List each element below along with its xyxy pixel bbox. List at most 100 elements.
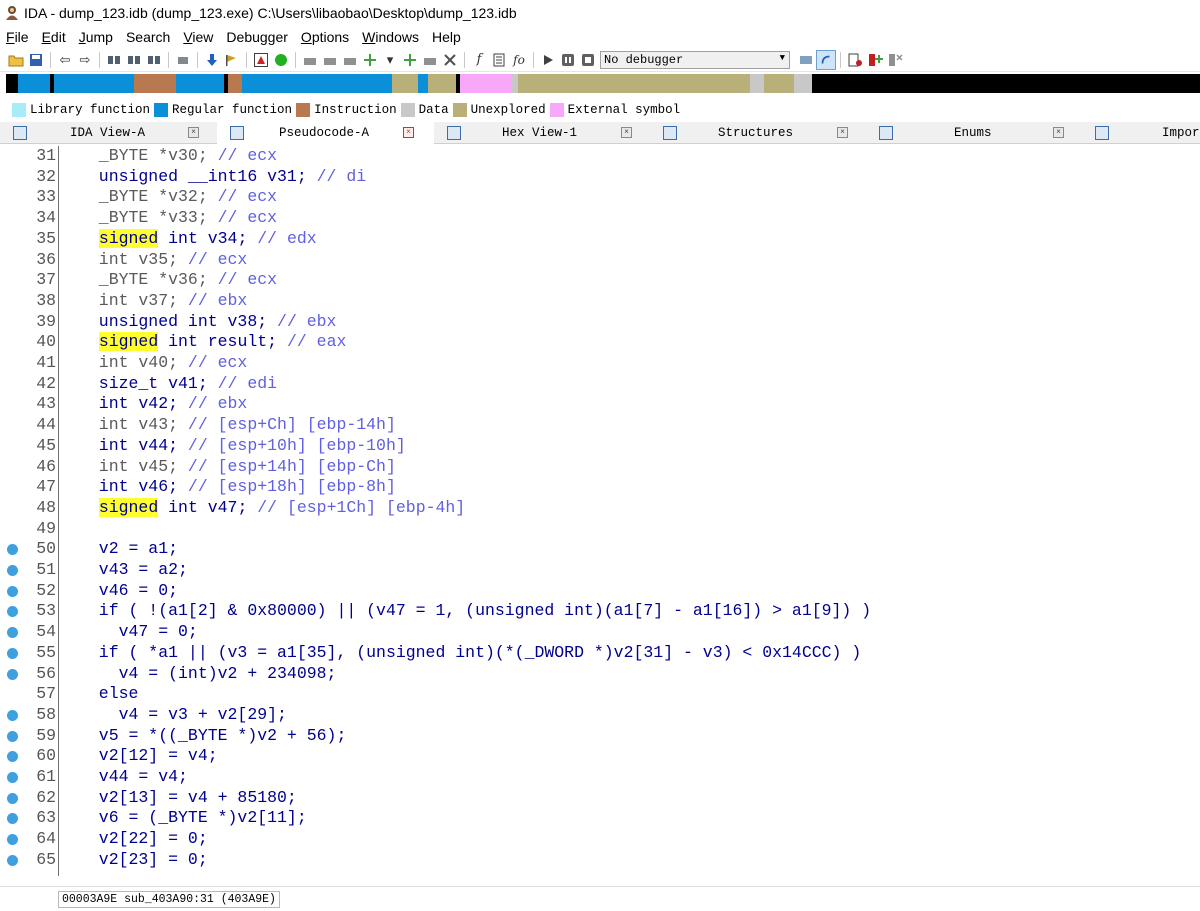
code-line[interactable]: 52 v46 = 0; (0, 581, 1200, 602)
down-arrow-icon[interactable] (202, 50, 222, 70)
flag-icon[interactable] (222, 50, 242, 70)
breakpoint-dot-icon[interactable] (7, 813, 18, 825)
search-next-icon[interactable] (124, 50, 144, 70)
code-line[interactable]: 45 int v44; // [esp+10h] [ebp-10h] (0, 436, 1200, 457)
menu-view[interactable]: View (183, 29, 213, 45)
tab-pseudocode-a[interactable]: Pseudocode-A × (217, 122, 434, 144)
code-line[interactable]: 41 int v40; // ecx (0, 353, 1200, 374)
save-icon[interactable] (26, 50, 46, 70)
attach-icon[interactable] (816, 49, 836, 70)
breakpoint-list-icon[interactable] (845, 50, 865, 70)
tab-ida-view-a[interactable]: IDA View-A × (0, 122, 217, 144)
tab-enums[interactable]: Enums × (867, 122, 1084, 144)
tab-hex-view-1[interactable]: Hex View-1 × (434, 122, 651, 144)
code-line[interactable]: 48 signed int v47; // [esp+1Ch] [ebp-4h] (0, 497, 1200, 519)
code-line[interactable]: 62 v2[13] = v4 + 85180; (0, 788, 1200, 809)
code-line[interactable]: 47 int v46; // [esp+18h] [ebp-8h] (0, 477, 1200, 498)
breakpoint-dot-icon[interactable] (7, 627, 18, 639)
breakpoint-dot-icon[interactable] (7, 647, 18, 659)
code-line[interactable]: 57 else (0, 684, 1200, 705)
print-icon[interactable] (173, 50, 193, 70)
code-line[interactable]: 32 unsigned __int16 v31; // di (0, 167, 1200, 188)
breakpoint-dot-icon[interactable] (7, 544, 18, 556)
navigation-band[interactable] (6, 74, 1200, 93)
forward-icon[interactable]: ⇨ (75, 50, 95, 70)
breakpoint-dot-icon[interactable] (7, 730, 18, 742)
code-line[interactable]: 61 v44 = v4; (0, 767, 1200, 788)
pseudocode-view[interactable]: 31 _BYTE *v30; // ecx 32 unsigned __int16… (0, 146, 1200, 884)
breakpoint-dot-icon[interactable] (7, 585, 18, 597)
run-icon[interactable] (271, 50, 291, 70)
breakpoint-dot-icon[interactable] (7, 854, 18, 866)
graph-icon[interactable] (251, 50, 271, 70)
stop-icon[interactable] (578, 50, 598, 70)
code-line[interactable]: 35 signed int v34; // edx (0, 228, 1200, 250)
menu-windows[interactable]: Windows (362, 29, 419, 45)
code-line[interactable]: 34 _BYTE *v33; // ecx (0, 208, 1200, 229)
segment-icon[interactable] (300, 50, 320, 70)
tab-structures[interactable]: Structures × (651, 122, 867, 144)
code-line[interactable]: 54 v47 = 0; (0, 622, 1200, 643)
open-icon[interactable] (6, 50, 26, 70)
tab-imports[interactable]: Impor (1084, 122, 1200, 144)
menu-debugger[interactable]: Debugger (226, 29, 288, 45)
edit-icon[interactable] (420, 50, 440, 70)
function-list-icon[interactable]: fo (509, 50, 529, 70)
close-icon[interactable]: × (1053, 127, 1064, 138)
code-line[interactable]: 37 _BYTE *v36; // ecx (0, 270, 1200, 291)
dropdown-arrow-icon[interactable]: ▾ (380, 50, 400, 70)
breakpoint-remove-icon[interactable] (885, 50, 905, 70)
close-icon[interactable]: × (837, 127, 848, 138)
menu-edit[interactable]: Edit (42, 29, 66, 45)
code-line[interactable]: 50 v2 = a1; (0, 539, 1200, 560)
menu-search[interactable]: Search (126, 29, 170, 45)
breakpoint-dot-icon[interactable] (7, 668, 18, 680)
menu-jump[interactable]: Jump (79, 29, 113, 45)
plus-icon[interactable] (360, 50, 380, 70)
close-icon[interactable]: × (188, 127, 199, 138)
function-icon[interactable]: f (469, 50, 489, 70)
code-line[interactable]: 51 v43 = a2; (0, 560, 1200, 581)
breakpoint-dot-icon[interactable] (7, 751, 18, 763)
breakpoint-dot-icon[interactable] (7, 606, 18, 618)
code-line[interactable]: 38 int v37; // ebx (0, 291, 1200, 312)
code-line[interactable]: 49 (0, 519, 1200, 540)
code-line[interactable]: 63 v6 = (_BYTE *)v2[11]; (0, 808, 1200, 829)
code-line[interactable]: 46 int v45; // [esp+14h] [ebp-Ch] (0, 457, 1200, 478)
segment-edit-icon[interactable] (340, 50, 360, 70)
code-line[interactable]: 42 size_t v41; // edi (0, 374, 1200, 395)
code-line[interactable]: 39 unsigned int v38; // ebx (0, 312, 1200, 333)
code-line[interactable]: 33 _BYTE *v32; // ecx (0, 187, 1200, 208)
code-line[interactable]: 55 if ( *a1 || (v3 = a1[35], (unsigned i… (0, 643, 1200, 664)
close-icon[interactable]: × (403, 127, 414, 138)
search-icon[interactable] (104, 50, 124, 70)
close-icon[interactable]: × (621, 127, 632, 138)
code-line[interactable]: 60 v2[12] = v4; (0, 746, 1200, 767)
breakpoint-dot-icon[interactable] (7, 834, 18, 846)
back-icon[interactable]: ⇦ (55, 50, 75, 70)
code-line[interactable]: 43 int v42; // ebx (0, 394, 1200, 415)
plus-green-icon[interactable] (400, 50, 420, 70)
delete-icon[interactable] (440, 50, 460, 70)
code-line[interactable]: 65 v2[23] = 0; (0, 850, 1200, 871)
play-icon[interactable] (538, 50, 558, 70)
pseudocode-icon[interactable] (489, 50, 509, 70)
code-line[interactable]: 36 int v35; // ecx (0, 250, 1200, 271)
debugger-select[interactable]: No debugger ▼ (600, 50, 790, 69)
menu-options[interactable]: Options (301, 29, 349, 45)
breakpoint-add-icon[interactable] (865, 50, 885, 70)
code-line[interactable]: 59 v5 = *((_BYTE *)v2 + 56); (0, 726, 1200, 747)
code-line[interactable]: 44 int v43; // [esp+Ch] [ebp-14h] (0, 415, 1200, 436)
pause-icon[interactable] (558, 50, 578, 70)
search-binary-icon[interactable] (144, 50, 164, 70)
debugger-options-icon[interactable] (796, 50, 816, 70)
breakpoint-dot-icon[interactable] (7, 772, 18, 783)
breakpoint-dot-icon[interactable] (7, 792, 18, 804)
code-line[interactable]: 64 v2[22] = 0; (0, 829, 1200, 850)
code-line[interactable]: 58 v4 = v3 + v2[29]; (0, 705, 1200, 726)
segment-add-icon[interactable] (320, 50, 340, 70)
breakpoint-dot-icon[interactable] (7, 709, 18, 721)
code-line[interactable]: 53 if ( !(a1[2] & 0x80000) || (v47 = 1, … (0, 601, 1200, 622)
code-line[interactable]: 40 signed int result; // eax (0, 332, 1200, 353)
code-line[interactable]: 31 _BYTE *v30; // ecx (0, 146, 1200, 167)
